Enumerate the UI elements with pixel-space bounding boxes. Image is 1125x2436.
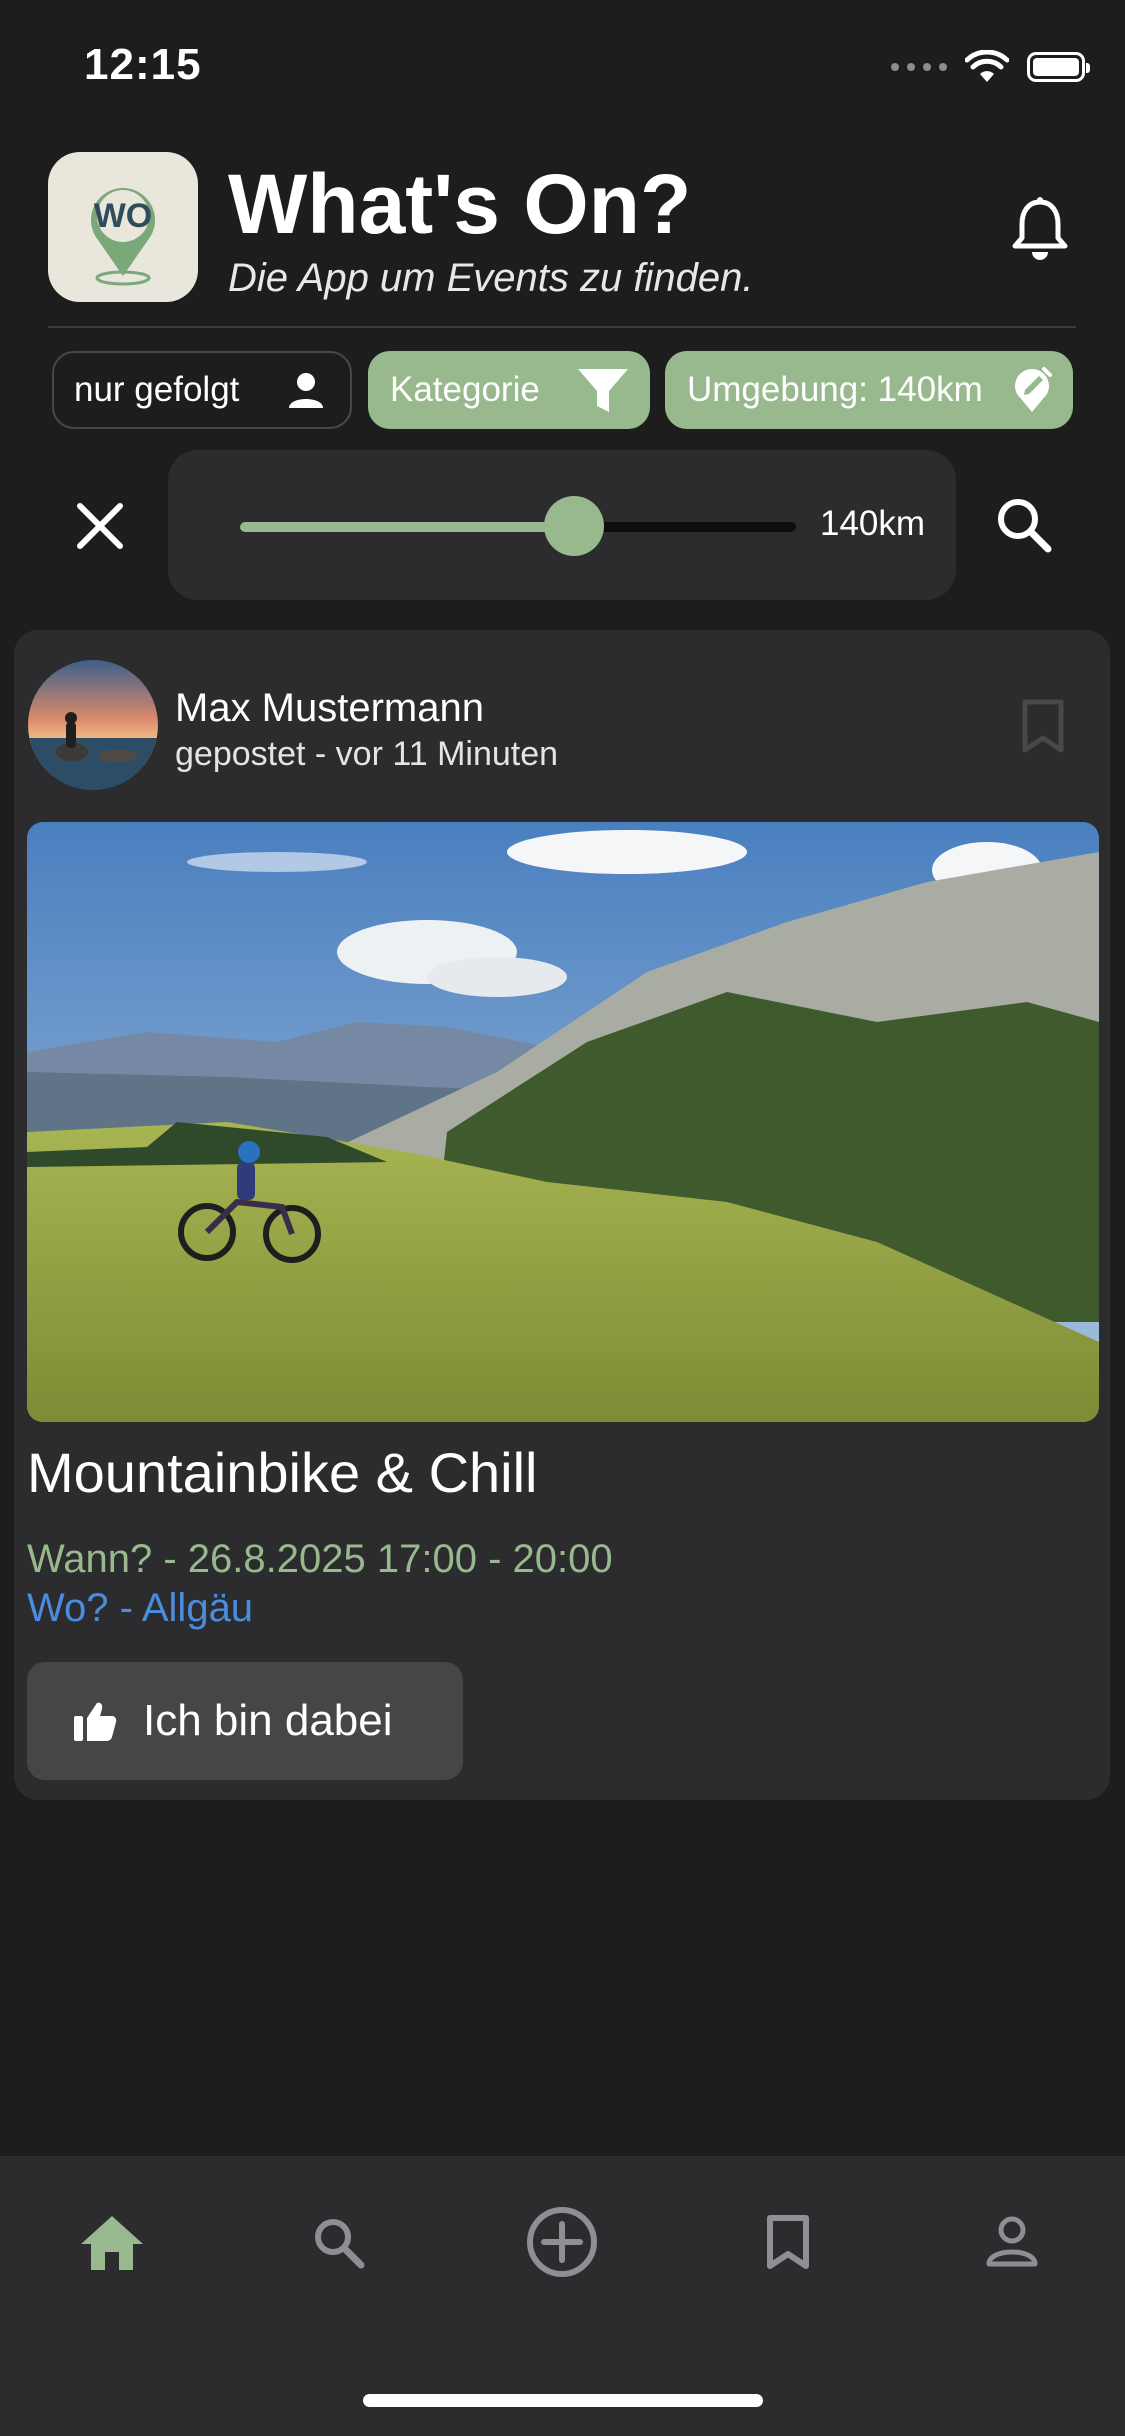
search-icon: [998, 499, 1052, 553]
nav-profile[interactable]: [972, 2202, 1052, 2282]
home-icon: [81, 2216, 143, 2270]
nav-saved[interactable]: [748, 2202, 828, 2282]
nav-create[interactable]: [522, 2202, 602, 2282]
close-icon: [77, 503, 123, 549]
status-time: 12:15: [84, 40, 202, 89]
battery-icon: [1027, 52, 1090, 82]
radius-value: 140km: [820, 504, 926, 543]
area-filter-label: Umgebung: 140km: [687, 370, 983, 409]
profile-icon: [986, 2216, 1038, 2267]
signal-icon: [891, 63, 947, 71]
add-circle-icon: [527, 2207, 597, 2277]
status-icons: [891, 50, 1090, 84]
header-divider: [48, 326, 1076, 328]
area-filter-chip[interactable]: Umgebung: 140km: [665, 351, 1073, 429]
post-time: gepostet - vor 11 Minuten: [175, 735, 559, 773]
close-filter-button[interactable]: [70, 496, 130, 556]
home-indicator[interactable]: [363, 2394, 763, 2407]
filter-icon: [578, 369, 628, 412]
nav-search[interactable]: [298, 2202, 378, 2282]
app-subtitle: Die App um Events zu finden.: [228, 256, 754, 300]
location-edit-icon: [1015, 367, 1052, 412]
bell-icon: [1012, 197, 1068, 260]
radius-slider-fill: [240, 522, 574, 532]
app-logo: WO: [48, 152, 198, 302]
search-icon: [315, 2219, 365, 2269]
app-title: What's On?: [228, 157, 692, 251]
event-date: Wann? - 26.8.2025 17:00 - 20:00: [27, 1537, 613, 1581]
search-button[interactable]: [992, 493, 1056, 557]
bookmark-icon: [767, 2215, 809, 2269]
wifi-icon: [965, 50, 1009, 82]
event-location-link[interactable]: Wo? - Allgäu: [27, 1586, 253, 1631]
person-icon: [289, 373, 323, 408]
join-button-label: Ich bin dabei: [143, 1696, 393, 1745]
followed-filter-chip[interactable]: nur gefolgt: [52, 351, 352, 429]
notification-button[interactable]: [1010, 196, 1070, 262]
svg-text:WO: WO: [94, 197, 153, 235]
bookmark-icon: [1022, 699, 1064, 753]
bookmark-button[interactable]: [1020, 698, 1066, 754]
followed-filter-label: nur gefolgt: [74, 370, 240, 409]
category-filter-chip[interactable]: Kategorie: [368, 351, 650, 429]
join-event-button[interactable]: Ich bin dabei: [27, 1662, 463, 1780]
event-title[interactable]: Mountainbike & Chill: [27, 1440, 537, 1505]
event-image[interactable]: [27, 822, 1099, 1422]
avatar[interactable]: [28, 660, 158, 790]
thumbs-up-icon: [74, 1702, 117, 1741]
category-filter-label: Kategorie: [390, 370, 540, 409]
nav-home[interactable]: [72, 2202, 152, 2282]
radius-slider-thumb[interactable]: [544, 496, 604, 556]
author-name[interactable]: Max Mustermann: [175, 686, 484, 731]
